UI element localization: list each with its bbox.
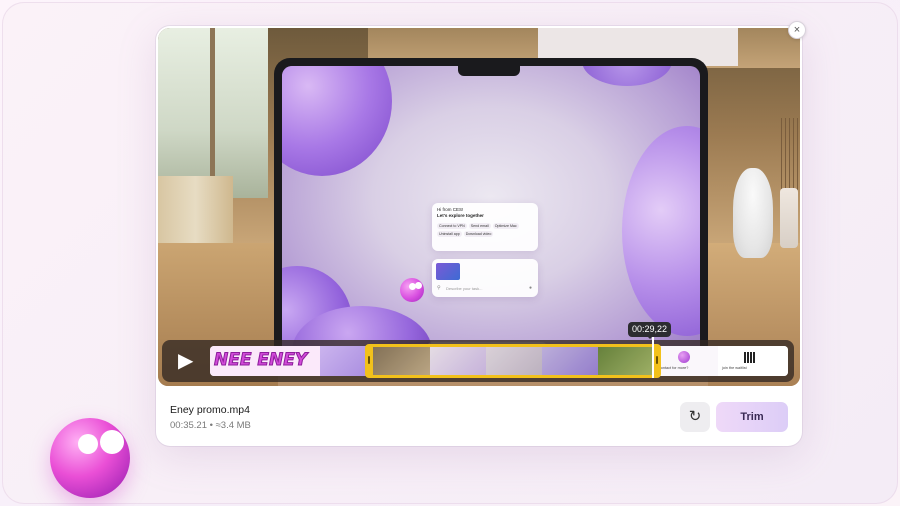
laptop: Hi from CES! Let's explore together Conn… bbox=[274, 58, 708, 358]
trim-start-handle[interactable] bbox=[365, 344, 373, 378]
filmstrip-frame bbox=[320, 346, 370, 376]
qr-code-icon bbox=[744, 352, 755, 363]
mascot-eye bbox=[100, 430, 124, 454]
close-button[interactable]: × bbox=[788, 21, 806, 39]
wallpaper-blob bbox=[582, 66, 672, 86]
chip: Uninstall app bbox=[437, 231, 462, 237]
video-preview[interactable]: Hi from CES! Let's explore together Conn… bbox=[158, 28, 800, 386]
wallpaper-blob bbox=[622, 126, 700, 336]
chat-card: Hi from CES! Let's explore together Conn… bbox=[432, 203, 538, 251]
trim-end-handle[interactable] bbox=[653, 344, 661, 378]
task-card: ⚲ Describe your task... ● bbox=[432, 259, 538, 297]
background-window bbox=[158, 28, 268, 198]
filmstrip-frame: join the waitlist bbox=[718, 346, 782, 376]
chip: Connect to VPN bbox=[437, 223, 467, 229]
wallpaper-blob bbox=[282, 66, 392, 176]
chip: Download video bbox=[463, 231, 494, 237]
mascot-eye bbox=[78, 434, 98, 454]
playhead-time-arrow bbox=[646, 335, 654, 339]
microphone-icon: ● bbox=[528, 285, 532, 291]
playhead[interactable] bbox=[652, 334, 654, 378]
mascot-icon bbox=[678, 351, 690, 363]
laptop-screen: Hi from CES! Let's explore together Conn… bbox=[282, 66, 700, 358]
laptop-notch bbox=[458, 66, 520, 76]
mascot-small bbox=[400, 278, 424, 302]
filmstrip-frame: Contact for more? bbox=[654, 346, 718, 376]
task-placeholder: Describe your task... bbox=[446, 286, 483, 291]
trim-dialog: Hi from CES! Let's explore together Conn… bbox=[156, 26, 802, 446]
frame-label: Contact for more? bbox=[658, 366, 689, 370]
filmstrip-frame: NEE ENEY bbox=[210, 346, 320, 376]
mascot-eye bbox=[415, 282, 422, 289]
cat-figurine bbox=[733, 168, 773, 258]
chat-subtitle: Let's explore together bbox=[437, 213, 484, 218]
play-button[interactable]: ▶ bbox=[178, 349, 202, 373]
frame-title-text: NEE ENEY bbox=[213, 350, 308, 371]
trim-selection[interactable] bbox=[365, 344, 661, 378]
paperclip-icon: ⚲ bbox=[437, 285, 441, 291]
filmstrip-frame bbox=[782, 346, 788, 376]
file-meta: 00:35.21 • ≈3.4 MB bbox=[170, 420, 251, 431]
diffuser-vase bbox=[780, 188, 798, 248]
task-thumbnail bbox=[436, 263, 460, 280]
frame-label: join the waitlist bbox=[722, 366, 747, 370]
timeline-bar: ▶ NEE ENEY Contact for more? join the wa… bbox=[162, 334, 794, 382]
file-name: Eney promo.mp4 bbox=[170, 404, 250, 416]
chip: Optimize Mac bbox=[492, 223, 519, 229]
suggestion-chips: Connect to VPN Send email Optimize Mac U… bbox=[437, 223, 533, 237]
reset-button[interactable]: ↻ bbox=[680, 402, 710, 432]
diffuser-sticks bbox=[778, 118, 800, 190]
mascot bbox=[50, 418, 130, 498]
trim-button[interactable]: Trim bbox=[716, 402, 788, 432]
chip: Send email bbox=[468, 223, 491, 229]
